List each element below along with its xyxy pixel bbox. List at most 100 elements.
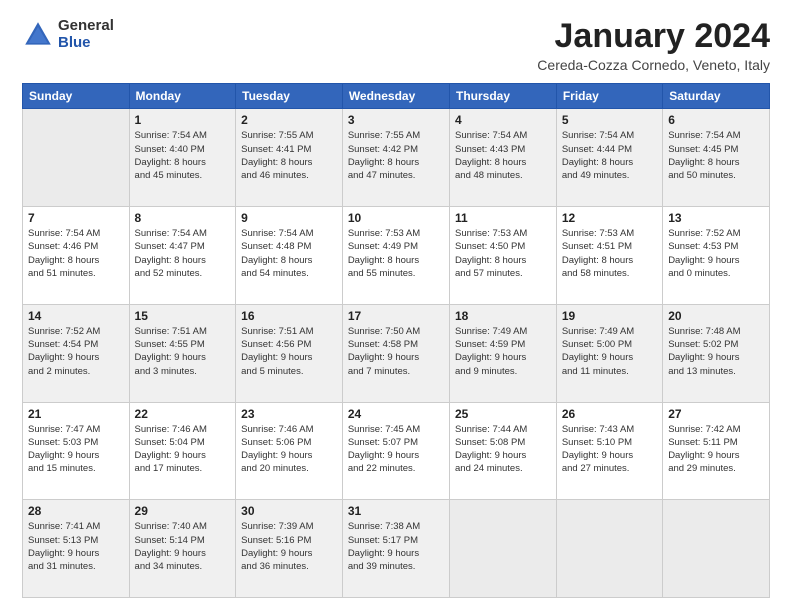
calendar-header-row: SundayMondayTuesdayWednesdayThursdayFrid… (23, 84, 770, 109)
month-title: January 2024 (537, 18, 770, 55)
day-info: Sunrise: 7:38 AM Sunset: 5:17 PM Dayligh… (348, 520, 444, 573)
day-number: 6 (668, 113, 764, 127)
calendar-cell: 30 Sunrise: 7:39 AM Sunset: 5:16 PM Dayli… (236, 500, 343, 598)
day-number: 7 (28, 211, 124, 225)
calendar-cell: 17 Sunrise: 7:50 AM Sunset: 4:58 PM Dayli… (342, 304, 449, 402)
calendar-cell: 12Sunrise: 7:53 AM Sunset: 4:51 PM Dayli… (556, 207, 662, 305)
day-number: 8 (135, 211, 231, 225)
calendar-cell: 10 Sunrise: 7:53 AM Sunset: 4:49 PM Dayli… (342, 207, 449, 305)
calendar-cell: 20 Sunrise: 7:48 AM Sunset: 5:02 PM Dayli… (663, 304, 770, 402)
day-info: Sunrise: 7:55 AM Sunset: 4:42 PM Dayligh… (348, 129, 444, 182)
day-info: Sunrise: 7:47 AM Sunset: 5:03 PM Dayligh… (28, 423, 124, 476)
calendar-cell: 2 Sunrise: 7:55 AM Sunset: 4:41 PM Daylig… (236, 109, 343, 207)
day-number: 3 (348, 113, 444, 127)
calendar-week-row: 1 Sunrise: 7:54 AM Sunset: 4:40 PM Daylig… (23, 109, 770, 207)
page: General Blue January 2024 Cereda-Cozza C… (0, 0, 792, 612)
calendar-cell: 16Sunrise: 7:51 AM Sunset: 4:56 PM Dayli… (236, 304, 343, 402)
day-info: Sunrise: 7:40 AM Sunset: 5:14 PM Dayligh… (135, 520, 231, 573)
day-info: Sunrise: 7:55 AM Sunset: 4:41 PM Dayligh… (241, 129, 337, 182)
calendar-week-row: 21 Sunrise: 7:47 AM Sunset: 5:03 PM Dayli… (23, 402, 770, 500)
day-number: 10 (348, 211, 444, 225)
calendar-cell: 15 Sunrise: 7:51 AM Sunset: 4:55 PM Dayli… (129, 304, 236, 402)
day-info: Sunrise: 7:54 AM Sunset: 4:43 PM Dayligh… (455, 129, 551, 182)
day-number: 18 (455, 309, 551, 323)
calendar-cell: 27Sunrise: 7:42 AM Sunset: 5:11 PM Dayli… (663, 402, 770, 500)
day-info: Sunrise: 7:52 AM Sunset: 4:54 PM Dayligh… (28, 325, 124, 378)
day-info: Sunrise: 7:49 AM Sunset: 4:59 PM Dayligh… (455, 325, 551, 378)
logo-blue-text: Blue (58, 35, 114, 52)
day-number: 1 (135, 113, 231, 127)
calendar-cell: 7Sunrise: 7:54 AM Sunset: 4:46 PM Daylig… (23, 207, 130, 305)
title-block: January 2024 Cereda-Cozza Cornedo, Venet… (537, 18, 770, 73)
day-info: Sunrise: 7:54 AM Sunset: 4:47 PM Dayligh… (135, 227, 231, 280)
calendar-table: SundayMondayTuesdayWednesdayThursdayFrid… (22, 83, 770, 598)
weekday-header: Sunday (23, 84, 130, 109)
day-number: 30 (241, 504, 337, 518)
weekday-header: Wednesday (342, 84, 449, 109)
day-info: Sunrise: 7:41 AM Sunset: 5:13 PM Dayligh… (28, 520, 124, 573)
day-info: Sunrise: 7:42 AM Sunset: 5:11 PM Dayligh… (668, 423, 764, 476)
calendar-cell: 1 Sunrise: 7:54 AM Sunset: 4:40 PM Daylig… (129, 109, 236, 207)
day-number: 25 (455, 407, 551, 421)
calendar-cell: 3 Sunrise: 7:55 AM Sunset: 4:42 PM Daylig… (342, 109, 449, 207)
day-number: 19 (562, 309, 657, 323)
day-info: Sunrise: 7:48 AM Sunset: 5:02 PM Dayligh… (668, 325, 764, 378)
calendar-cell: 19 Sunrise: 7:49 AM Sunset: 5:00 PM Dayli… (556, 304, 662, 402)
day-number: 17 (348, 309, 444, 323)
location-title: Cereda-Cozza Cornedo, Veneto, Italy (537, 57, 770, 73)
day-number: 14 (28, 309, 124, 323)
day-info: Sunrise: 7:51 AM Sunset: 4:55 PM Dayligh… (135, 325, 231, 378)
calendar-cell: 31 Sunrise: 7:38 AM Sunset: 5:17 PM Dayli… (342, 500, 449, 598)
calendar-cell: 22Sunrise: 7:46 AM Sunset: 5:04 PM Dayli… (129, 402, 236, 500)
day-info: Sunrise: 7:46 AM Sunset: 5:06 PM Dayligh… (241, 423, 337, 476)
day-info: Sunrise: 7:45 AM Sunset: 5:07 PM Dayligh… (348, 423, 444, 476)
day-info: Sunrise: 7:39 AM Sunset: 5:16 PM Dayligh… (241, 520, 337, 573)
calendar-cell: 6Sunrise: 7:54 AM Sunset: 4:45 PM Daylig… (663, 109, 770, 207)
calendar-cell: 4 Sunrise: 7:54 AM Sunset: 4:43 PM Daylig… (450, 109, 557, 207)
day-info: Sunrise: 7:44 AM Sunset: 5:08 PM Dayligh… (455, 423, 551, 476)
day-number: 11 (455, 211, 551, 225)
day-info: Sunrise: 7:53 AM Sunset: 4:49 PM Dayligh… (348, 227, 444, 280)
day-info: Sunrise: 7:52 AM Sunset: 4:53 PM Dayligh… (668, 227, 764, 280)
day-info: Sunrise: 7:53 AM Sunset: 4:51 PM Dayligh… (562, 227, 657, 280)
day-number: 29 (135, 504, 231, 518)
day-number: 9 (241, 211, 337, 225)
calendar-cell: 29 Sunrise: 7:40 AM Sunset: 5:14 PM Dayli… (129, 500, 236, 598)
day-info: Sunrise: 7:43 AM Sunset: 5:10 PM Dayligh… (562, 423, 657, 476)
calendar-week-row: 7Sunrise: 7:54 AM Sunset: 4:46 PM Daylig… (23, 207, 770, 305)
calendar-cell: 13Sunrise: 7:52 AM Sunset: 4:53 PM Dayli… (663, 207, 770, 305)
weekday-header: Friday (556, 84, 662, 109)
calendar-cell: 8 Sunrise: 7:54 AM Sunset: 4:47 PM Daylig… (129, 207, 236, 305)
logo-icon (22, 19, 54, 51)
day-info: Sunrise: 7:53 AM Sunset: 4:50 PM Dayligh… (455, 227, 551, 280)
calendar-cell: 9Sunrise: 7:54 AM Sunset: 4:48 PM Daylig… (236, 207, 343, 305)
day-number: 31 (348, 504, 444, 518)
calendar-cell: 23Sunrise: 7:46 AM Sunset: 5:06 PM Dayli… (236, 402, 343, 500)
weekday-header: Thursday (450, 84, 557, 109)
day-number: 21 (28, 407, 124, 421)
logo-general-text: General (58, 18, 114, 35)
day-info: Sunrise: 7:54 AM Sunset: 4:44 PM Dayligh… (562, 129, 657, 182)
calendar-week-row: 28 Sunrise: 7:41 AM Sunset: 5:13 PM Dayli… (23, 500, 770, 598)
day-number: 4 (455, 113, 551, 127)
calendar-cell: 25 Sunrise: 7:44 AM Sunset: 5:08 PM Dayli… (450, 402, 557, 500)
day-info: Sunrise: 7:49 AM Sunset: 5:00 PM Dayligh… (562, 325, 657, 378)
calendar-cell: 26 Sunrise: 7:43 AM Sunset: 5:10 PM Dayli… (556, 402, 662, 500)
calendar-cell (556, 500, 662, 598)
calendar-cell (23, 109, 130, 207)
calendar-week-row: 14 Sunrise: 7:52 AM Sunset: 4:54 PM Dayli… (23, 304, 770, 402)
day-number: 16 (241, 309, 337, 323)
header: General Blue January 2024 Cereda-Cozza C… (22, 18, 770, 73)
day-number: 2 (241, 113, 337, 127)
calendar-cell: 28 Sunrise: 7:41 AM Sunset: 5:13 PM Dayli… (23, 500, 130, 598)
day-number: 28 (28, 504, 124, 518)
day-number: 20 (668, 309, 764, 323)
calendar-cell: 5Sunrise: 7:54 AM Sunset: 4:44 PM Daylig… (556, 109, 662, 207)
logo: General Blue (22, 18, 114, 51)
day-number: 15 (135, 309, 231, 323)
calendar-cell: 11 Sunrise: 7:53 AM Sunset: 4:50 PM Dayli… (450, 207, 557, 305)
day-number: 26 (562, 407, 657, 421)
weekday-header: Saturday (663, 84, 770, 109)
day-info: Sunrise: 7:54 AM Sunset: 4:40 PM Dayligh… (135, 129, 231, 182)
day-info: Sunrise: 7:50 AM Sunset: 4:58 PM Dayligh… (348, 325, 444, 378)
